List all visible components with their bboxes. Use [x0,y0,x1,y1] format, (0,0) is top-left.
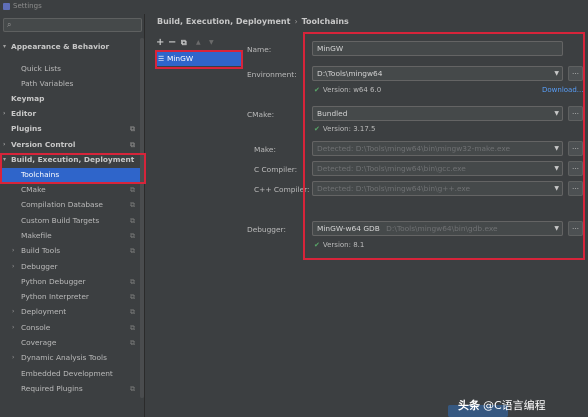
sidebar-item-toolchains[interactable]: Toolchains [0,168,140,182]
sidebar-item-required-plugins[interactable]: Required Plugins ⧉ [0,382,140,396]
chevron-down-icon: ▼ [554,165,559,172]
c-compiler-dropdown[interactable]: Detected: D:\Tools\mingw64\bin\gcc.exe ▼ [312,161,563,176]
project-settings-icon: ⧉ [130,324,135,332]
move-down-button[interactable]: ▼ [209,38,214,48]
project-settings-icon: ⧉ [130,141,135,149]
sidebar-item-build-execution-deployment[interactable]: ▾ Build, Execution, Deployment [0,153,140,167]
toolchain-item-mingw[interactable]: ☰ MinGW [155,52,241,66]
sidebar-item-python-debugger[interactable]: Python Debugger ⧉ [0,275,140,289]
settings-search-input[interactable]: ⌕ [3,18,142,32]
sidebar-item-keymap[interactable]: Keymap [0,92,140,106]
project-settings-icon: ⧉ [130,201,135,209]
breadcrumb: Build, Execution, Deployment › Toolchains [157,17,349,26]
cpp-compiler-dropdown[interactable]: Detected: D:\Tools\mingw64\bin\g++.exe ▼ [312,181,563,196]
environment-browse-button[interactable]: … [568,66,583,81]
sidebar-item-python-interpreter[interactable]: Python Interpreter ⧉ [0,290,140,304]
environment-dropdown[interactable]: D:\Tools\mingw64 ▼ [312,66,563,81]
sidebar-item-debugger[interactable]: › Debugger [0,260,140,274]
move-up-button[interactable]: ▲ [196,38,201,48]
name-label: Name: [247,45,272,54]
breadcrumb-parent: Build, Execution, Deployment [157,17,291,26]
check-icon: ✔ [314,241,320,249]
sidebar-item-deployment[interactable]: › Deployment ⧉ [0,305,140,319]
app-icon [3,3,10,10]
sidebar-item-quick-lists[interactable]: Quick Lists [0,62,140,76]
cpp-compiler-label: C++ Compiler: [254,185,310,194]
chevron-down-icon: ▼ [554,225,559,232]
sidebar-item-console[interactable]: › Console ⧉ [0,321,140,335]
sidebar-item-build-tools[interactable]: › Build Tools ⧉ [0,244,140,258]
download-link[interactable]: Download... [542,86,583,94]
sidebar-item-embedded-development[interactable]: Embedded Development [0,367,140,381]
check-icon: ✔ [314,125,320,133]
chevron-right-icon: › [12,263,15,270]
chevron-right-icon: › [3,110,6,117]
project-settings-icon: ⧉ [130,308,135,316]
cpp-compiler-browse-button[interactable]: … [568,181,583,196]
chevron-down-icon: ▾ [3,43,7,50]
debugger-browse-button[interactable]: … [568,221,583,236]
sidebar-item-editor[interactable]: › Editor [0,107,140,121]
project-settings-icon: ⧉ [130,186,135,194]
sidebar-scrollbar[interactable] [140,38,144,398]
project-settings-icon: ⧉ [130,247,135,255]
project-settings-icon: ⧉ [130,385,135,393]
chevron-right-icon: › [12,247,15,254]
c-compiler-browse-button[interactable]: … [568,161,583,176]
sidebar-item-custom-build-targets[interactable]: Custom Build Targets ⧉ [0,214,140,228]
chevron-right-icon: › [3,141,6,148]
debugger-version: ✔ Version: 8.1 [314,241,365,249]
cmake-browse-button[interactable]: … [568,106,583,121]
environment-version: ✔ Version: w64 6.0 [314,86,382,94]
chevron-right-icon: › [12,324,15,331]
cmake-version: ✔ Version: 3.17.5 [314,125,376,133]
project-settings-icon: ⧉ [130,125,135,133]
toolchains-list: ☰ MinGW [152,51,241,401]
sidebar-item-version-control[interactable]: › Version Control ⧉ [0,138,140,152]
sidebar-item-cmake[interactable]: CMake ⧉ [0,183,140,197]
debugger-label: Debugger: [247,225,286,234]
copy-toolchain-button[interactable]: ⧉ [181,38,187,48]
chevron-right-icon: › [12,308,15,315]
chevron-down-icon: ▼ [554,110,559,117]
make-browse-button[interactable]: … [568,141,583,156]
make-label: Make: [254,145,276,154]
search-icon: ⌕ [7,20,12,29]
make-dropdown[interactable]: Detected: D:\Tools\mingw64\bin\mingw32-m… [312,141,563,156]
chevron-right-icon: › [12,354,15,361]
cmake-label: CMake: [247,110,275,119]
chevron-down-icon: ▼ [554,145,559,152]
sidebar-item-dynamic-analysis-tools[interactable]: › Dynamic Analysis Tools [0,351,140,365]
breadcrumb-separator: › [294,17,298,26]
c-compiler-label: C Compiler: [254,165,298,174]
environment-label: Environment: [247,70,297,79]
chevron-down-icon: ▼ [554,185,559,192]
project-settings-icon: ⧉ [130,293,135,301]
window-title: Settings [13,2,42,10]
sidebar-item-compilation-database[interactable]: Compilation Database ⧉ [0,198,140,212]
debugger-dropdown[interactable]: MinGW-w64 GDB D:\Tools\mingw64\bin\gdb.e… [312,221,563,236]
sidebar-item-makefile[interactable]: Makefile ⧉ [0,229,140,243]
remove-toolchain-button[interactable]: − [168,38,176,48]
cmake-dropdown[interactable]: Bundled ▼ [312,106,563,121]
breadcrumb-current: Toolchains [301,17,349,26]
watermark: 头条 @C语言编程 [458,399,546,412]
project-settings-icon: ⧉ [130,278,135,286]
settings-sidebar: ⌕ ▾ Appearance & Behavior Quick Lists Pa… [0,14,145,417]
project-settings-icon: ⧉ [130,232,135,240]
add-toolchain-button[interactable]: + [156,38,164,48]
toolchain-icon: ☰ [158,55,165,63]
name-input[interactable]: MinGW [312,41,563,56]
chevron-down-icon: ▼ [554,70,559,77]
title-bar: Settings [0,0,588,14]
settings-content: Build, Execution, Deployment › Toolchains … [146,14,588,417]
check-icon: ✔ [314,86,320,94]
sidebar-item-plugins[interactable]: Plugins ⧉ [0,122,140,136]
sidebar-item-appearance[interactable]: ▾ Appearance & Behavior [0,40,140,54]
chevron-down-icon: ▾ [3,156,7,163]
project-settings-icon: ⧉ [130,217,135,225]
sidebar-item-path-variables[interactable]: Path Variables [0,77,140,91]
project-settings-icon: ⧉ [130,339,135,347]
sidebar-item-coverage[interactable]: Coverage ⧉ [0,336,140,350]
